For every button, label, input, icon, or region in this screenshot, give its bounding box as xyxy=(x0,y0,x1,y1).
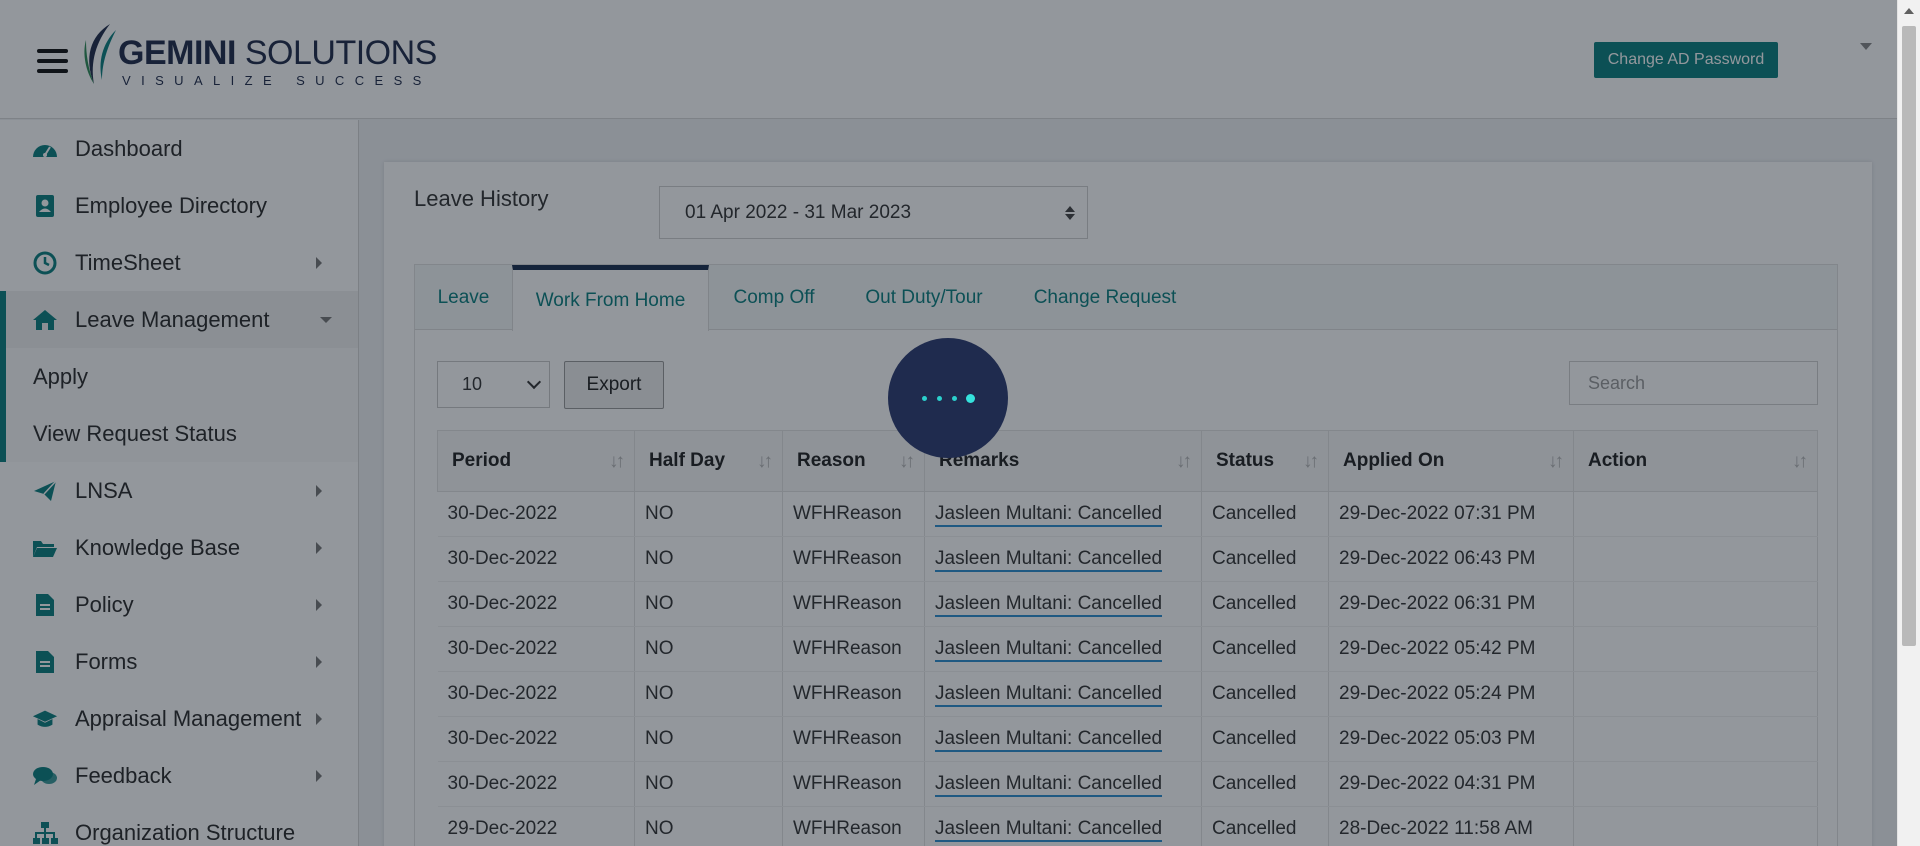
spinner-dot xyxy=(966,394,975,403)
page-scrollbar[interactable] xyxy=(1897,0,1920,846)
scrollbar-thumb[interactable] xyxy=(1902,26,1916,646)
spinner-dot xyxy=(937,396,942,401)
loading-spinner xyxy=(888,338,1008,458)
spinner-dot xyxy=(922,396,927,401)
scroll-up-arrow-icon[interactable] xyxy=(1904,8,1914,14)
spinner-dot xyxy=(952,396,957,401)
